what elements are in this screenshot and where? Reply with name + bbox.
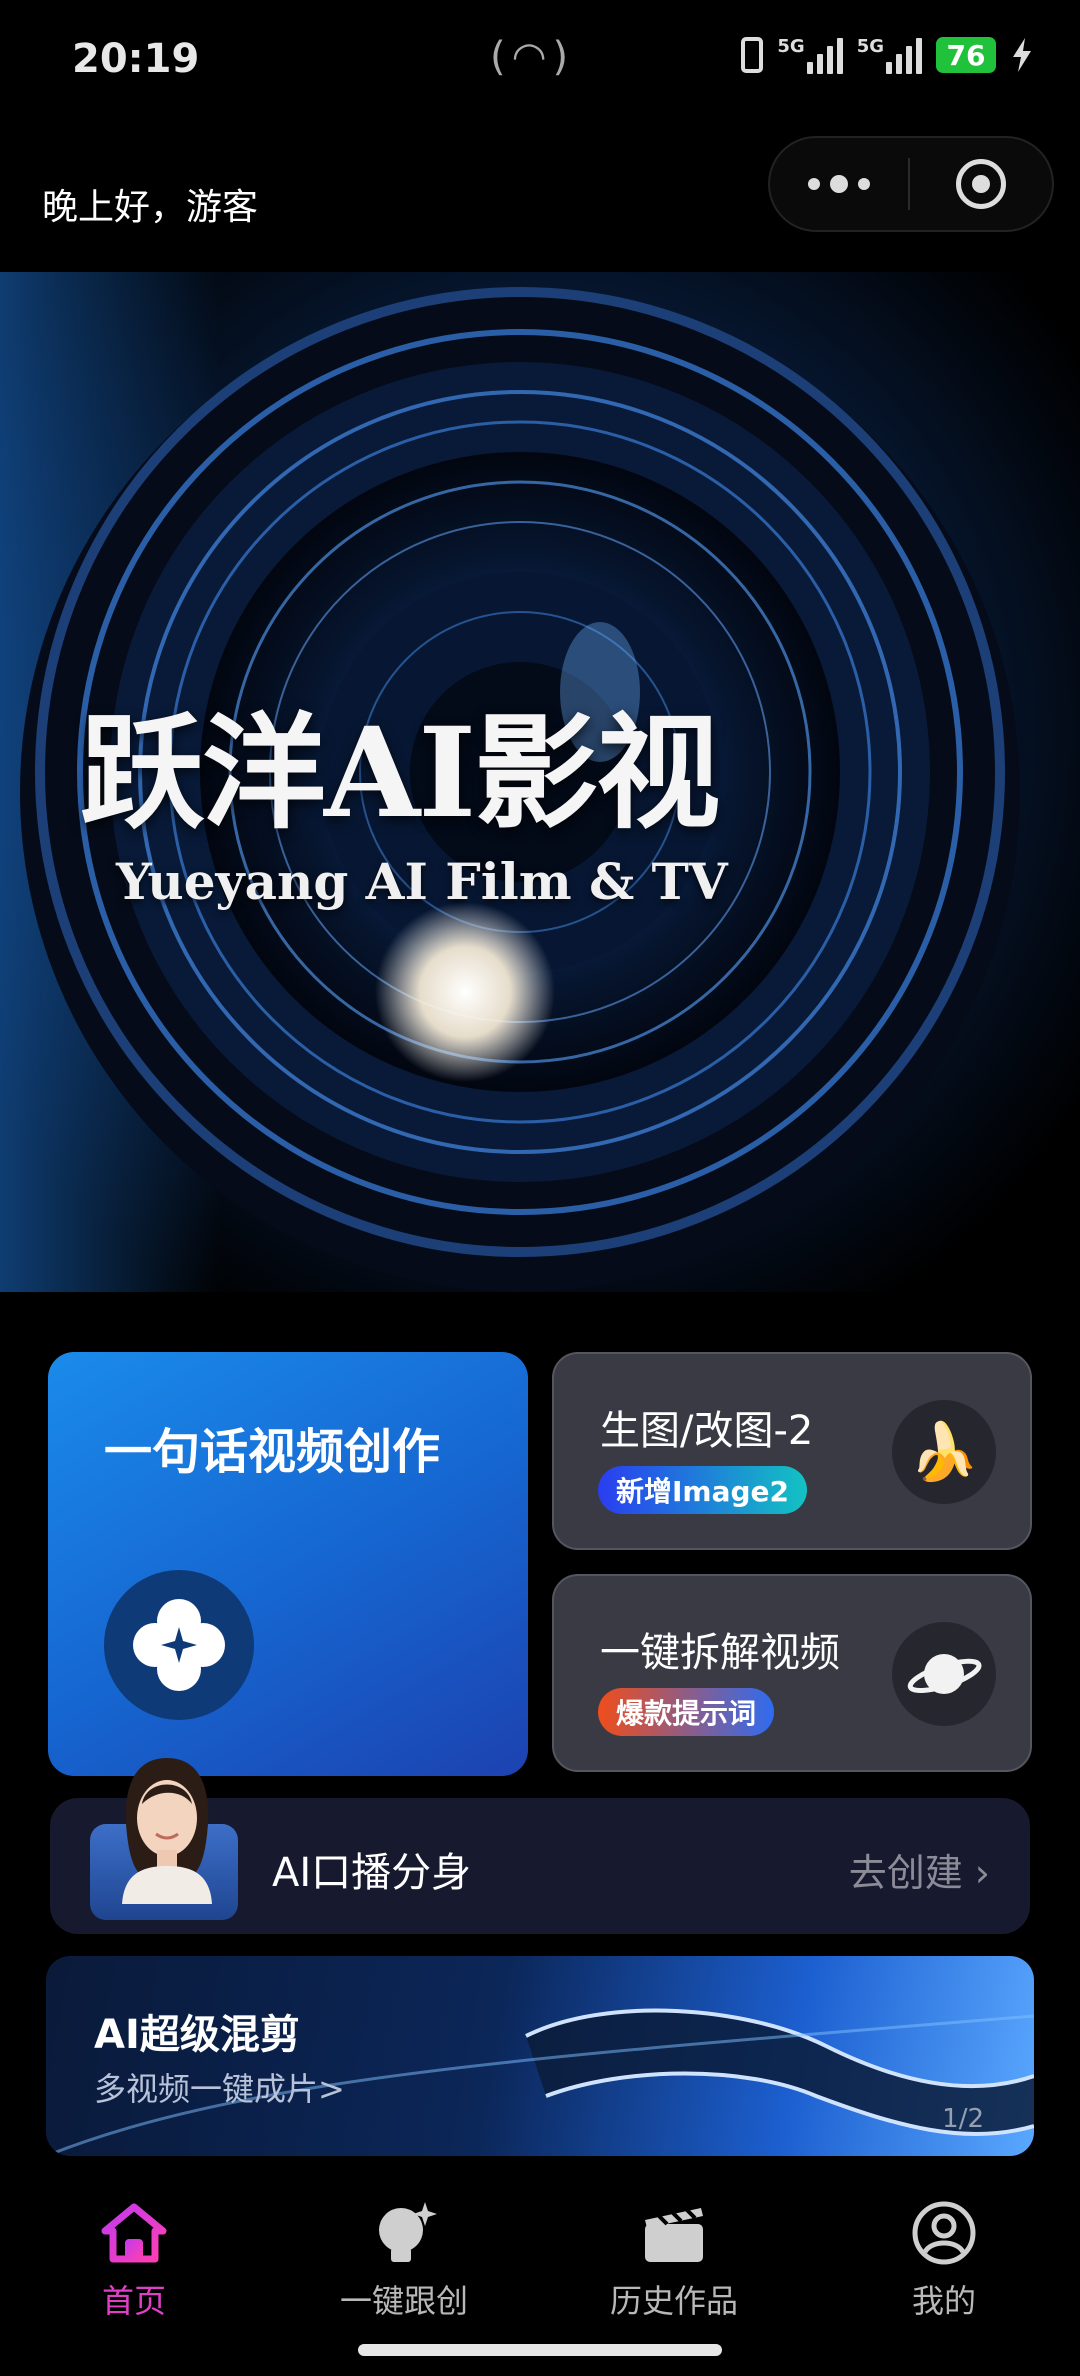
tab-label: 我的 xyxy=(911,2282,976,2320)
tab-mine[interactable]: 我的 xyxy=(844,2198,1044,2322)
avatar-bar-label: AI口播分身 xyxy=(272,1850,472,1896)
signal-icon xyxy=(886,36,922,74)
video-split-card[interactable]: 一键拆解视频 爆款提示词 xyxy=(552,1574,1032,1772)
network-label-1: 5G xyxy=(777,36,805,57)
carousel-pager: 1/2 xyxy=(942,2104,984,2134)
greeting-text: 晚上好，游客 xyxy=(42,187,259,228)
status-icons: 5G 5G 76 xyxy=(741,36,1034,74)
hotspot-icon: (◠) xyxy=(490,34,575,80)
mini-program-capsule xyxy=(768,136,1054,232)
signal-icon xyxy=(806,36,843,74)
clapperboard-icon xyxy=(639,2198,709,2268)
hero-banner[interactable]: 跃洋AI影视 Yueyang AI Film & TV xyxy=(0,272,1080,1292)
mix-banner-subtitle: 多视频一键成片> xyxy=(94,2070,345,2108)
image-card-title: 生图/改图-2 xyxy=(600,1408,814,1454)
signal-1: 5G xyxy=(777,36,843,74)
charging-icon xyxy=(1013,38,1031,72)
planet-icon xyxy=(892,1622,996,1726)
video-creation-card[interactable]: 一句话视频创作 xyxy=(48,1352,528,1776)
target-icon[interactable] xyxy=(910,159,1052,209)
ai-avatar-bar[interactable]: AI口播分身 去创建 › xyxy=(50,1758,1030,1934)
battery-indicator: 76 xyxy=(936,37,996,73)
super-mix-banner[interactable]: AI超级混剪 多视频一键成片> 1/2 xyxy=(46,1956,1034,2156)
tab-follow-create[interactable]: 一键跟创 xyxy=(304,2198,504,2322)
tab-history[interactable]: 历史作品 xyxy=(574,2198,774,2322)
user-icon xyxy=(909,2198,979,2268)
banner-subtitle: Yueyang AI Film & TV xyxy=(116,852,728,911)
go-create-link[interactable]: 去创建 › xyxy=(849,1842,990,1897)
avatar xyxy=(122,1758,212,1904)
network-label-2: 5G xyxy=(856,36,884,57)
video-card-title: 一句话视频创作 xyxy=(104,1424,441,1480)
mix-banner-title: AI超级混剪 xyxy=(94,2012,300,2058)
signal-2: 5G xyxy=(857,36,922,74)
banner-title: 跃洋AI影视 xyxy=(80,701,720,846)
bulb-sparkle-icon xyxy=(369,2198,439,2268)
split-card-title: 一键拆解视频 xyxy=(600,1630,840,1676)
vibrate-icon xyxy=(741,37,764,73)
home-indicator[interactable] xyxy=(358,2344,722,2356)
sparkle-flower-icon[interactable] xyxy=(104,1570,254,1720)
banana-icon: 🍌 xyxy=(892,1400,996,1504)
image-card-tag: 新增Image2 xyxy=(598,1466,808,1514)
tab-home[interactable]: 首页 xyxy=(34,2198,234,2322)
status-time: 20:19 xyxy=(72,36,200,82)
tab-label: 历史作品 xyxy=(609,2282,738,2320)
sparkle-flower-shape xyxy=(133,1599,225,1691)
split-card-tag: 爆款提示词 xyxy=(598,1688,775,1736)
more-dots-icon[interactable] xyxy=(770,175,908,193)
home-icon xyxy=(99,2198,169,2268)
status-bar: 20:19 (◠) 5G 5G 76 xyxy=(0,0,1080,130)
tab-label: 一键跟创 xyxy=(339,2282,468,2320)
tab-label: 首页 xyxy=(101,2282,166,2320)
image-generation-card[interactable]: 生图/改图-2 新增Image2 🍌 xyxy=(552,1352,1032,1550)
